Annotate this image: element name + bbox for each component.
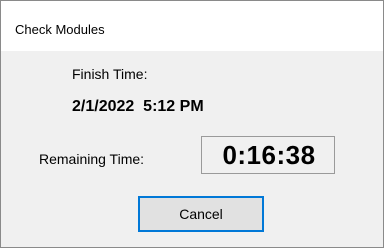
finish-time-label: Finish Time: [72, 66, 148, 82]
window-title: Check Modules [15, 22, 105, 37]
remaining-time-display: 0:16:38 [201, 136, 335, 174]
check-modules-dialog: Check Modules Finish Time: 2/1/2022 5:12… [0, 0, 384, 248]
title-bar[interactable]: Check Modules [1, 1, 383, 51]
remaining-time-label: Remaining Time: [39, 151, 145, 167]
cancel-button[interactable]: Cancel [138, 196, 264, 232]
finish-time-value: 2/1/2022 5:12 PM [72, 98, 204, 115]
remaining-time-value: 0:16:38 [222, 140, 316, 170]
